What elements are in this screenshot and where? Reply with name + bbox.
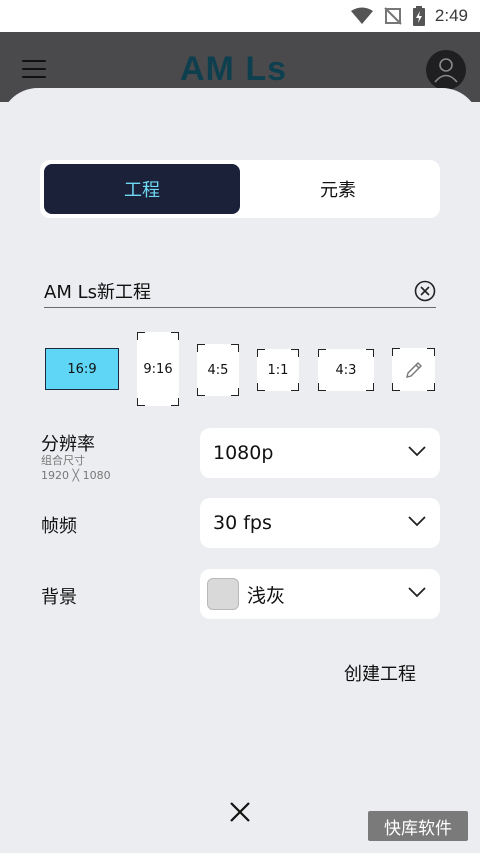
avatar[interactable] [426, 50, 466, 90]
pencil-icon [405, 361, 422, 378]
status-bar: 2:49 [0, 0, 480, 32]
composite-size-value: 1920 ╳ 1080 [41, 469, 111, 482]
ratio-1-1-button[interactable]: 1:1 [257, 349, 299, 391]
ratio-9-16-button[interactable]: 9:16 [137, 332, 179, 406]
chevron-down-icon [408, 446, 426, 457]
ratio-label: 4:5 [207, 362, 229, 378]
ratio-label: 4:3 [335, 362, 357, 378]
battery-charging-icon [412, 6, 425, 26]
menu-icon[interactable] [22, 60, 46, 78]
watermark: 快库软件 [368, 811, 468, 841]
frame-rate-value: 30 fps [213, 512, 272, 534]
background-value: 浅灰 [247, 584, 286, 607]
segmented-tabs: 工程 元素 [40, 160, 440, 218]
resolution-value: 1080p [213, 442, 274, 464]
status-time: 2:49 [434, 6, 468, 25]
ratio-label: 1:1 [267, 362, 289, 378]
chevron-down-icon [408, 587, 426, 598]
resolution-dropdown[interactable]: 1080p [200, 428, 440, 478]
custom-ratio-button[interactable] [392, 348, 435, 391]
chevron-down-icon [408, 516, 426, 527]
project-name-field [44, 278, 436, 308]
tab-project[interactable]: 工程 [44, 164, 240, 214]
close-icon[interactable] [228, 800, 252, 824]
project-name-input[interactable] [44, 280, 384, 305]
ratio-4-3-button[interactable]: 4:3 [318, 349, 374, 391]
background-label: 背景 [41, 587, 77, 608]
tab-elements[interactable]: 元素 [240, 164, 436, 214]
background-dropdown[interactable]: 浅灰 [200, 569, 440, 619]
ratio-16-9-button[interactable]: 16:9 [45, 348, 119, 390]
ratio-label: 16:9 [67, 361, 97, 377]
wifi-icon [350, 7, 373, 24]
app-logo: AM Ls [180, 50, 287, 88]
composite-size-label: 组合尺寸 [41, 454, 85, 467]
frame-rate-label: 帧频 [41, 516, 77, 537]
ratio-label: 9:16 [143, 361, 173, 377]
create-project-button[interactable]: 创建工程 [344, 660, 416, 686]
background-color-swatch [207, 578, 239, 610]
clear-icon[interactable] [414, 280, 436, 302]
ratio-4-5-button[interactable]: 4:5 [197, 344, 239, 396]
no-signal-icon [384, 7, 402, 25]
user-icon [434, 58, 458, 83]
frame-rate-dropdown[interactable]: 30 fps [200, 498, 440, 548]
